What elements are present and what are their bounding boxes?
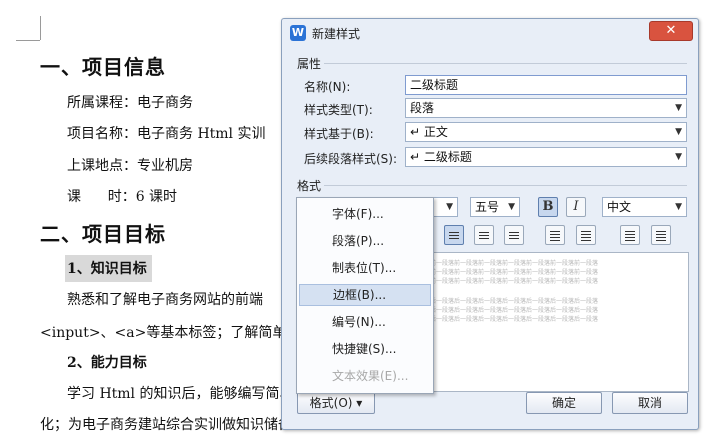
next-style-value: ↵ 二级标题 [410, 150, 472, 164]
subheading-knowledge-goal: 1、知识目标 [65, 255, 152, 282]
bold-button[interactable]: B [538, 197, 558, 217]
line-spacing-increase-icon[interactable] [545, 225, 565, 245]
menu-item-border[interactable]: 边框(B)... [299, 284, 431, 306]
subheading-ability-goal: 2、能力目标 [67, 355, 147, 371]
next-style-select[interactable]: ↵ 二级标题 ▼ [405, 147, 687, 167]
chevron-down-icon: ▼ [675, 127, 682, 137]
preview-text: 前一段落前一段落前一段落前一段落前一段落前一段落前一段落 [430, 260, 599, 267]
page-corner-mark [16, 40, 40, 41]
font-size-value: 五号 [475, 200, 500, 214]
indent-decrease-icon[interactable] [620, 225, 640, 245]
chevron-down-icon: ▼ [446, 202, 453, 212]
ok-button[interactable]: 确定 [526, 392, 602, 414]
body-text: <input>、<a>等基本标签；了解简单的 [40, 325, 301, 341]
info-line: 项目名称：电子商务 Html 实训 [67, 126, 266, 142]
preview-text: 后一段落后一段落后一段落后一段落后一段落后一段落后一段落 [430, 316, 599, 323]
based-on-select[interactable]: ↵ 正文 ▼ [405, 122, 687, 142]
info-line: 课 时：6 课时 [67, 189, 178, 205]
dialog-title: 新建样式 [312, 27, 361, 41]
section-format: 格式 [297, 179, 322, 193]
info-line: 上课地点：专业机房 [67, 158, 193, 174]
chevron-down-icon: ▼ [675, 202, 682, 212]
name-label: 名称(N): [304, 80, 351, 94]
divider [324, 185, 687, 186]
dialog-titlebar[interactable]: W 新建样式 ✕ [282, 19, 698, 47]
body-text: 熟悉和了解电子商务网站的前端 [67, 292, 263, 308]
chevron-down-icon: ▼ [675, 152, 682, 162]
menu-item-shortcut[interactable]: 快捷键(S)... [297, 338, 433, 360]
body-text: 化；为电子商务建站综合实训做知识储备 [40, 417, 292, 433]
wps-app-icon: W [290, 25, 306, 41]
format-dropdown-button[interactable]: 格式(O) ▾ [297, 392, 375, 414]
align-center-icon[interactable] [474, 225, 494, 245]
style-type-value: 段落 [410, 101, 435, 115]
cancel-button[interactable]: 取消 [612, 392, 688, 414]
body-text: 学习 Html 的知识后，能够编写简单 [67, 386, 294, 402]
based-on-value: ↵ 正文 [410, 125, 448, 139]
indent-increase-icon[interactable] [651, 225, 671, 245]
language-value: 中文 [607, 200, 632, 214]
divider [324, 63, 687, 64]
close-button[interactable]: ✕ [649, 21, 693, 41]
name-input[interactable]: 二级标题 [405, 75, 687, 95]
style-type-select[interactable]: 段落 ▼ [405, 98, 687, 118]
align-left-icon[interactable] [444, 225, 464, 245]
section-properties: 属性 [297, 57, 322, 71]
align-right-icon[interactable] [504, 225, 524, 245]
language-select[interactable]: 中文 ▼ [602, 197, 687, 217]
preview-text: 前一段落前一段落前一段落前一段落前一段落前一段落前一段落 [430, 269, 599, 276]
chevron-down-icon: ▼ [675, 103, 682, 113]
menu-item-numbering[interactable]: 编号(N)... [297, 311, 433, 333]
preview-text: 后一段落后一段落后一段落后一段落后一段落后一段落后一段落 [430, 298, 599, 305]
based-on-label: 样式基于(B): [304, 127, 374, 141]
close-icon: ✕ [665, 23, 677, 38]
page-corner-mark [40, 16, 41, 40]
next-style-label: 后续段落样式(S): [304, 152, 398, 166]
chevron-down-icon: ▼ [508, 202, 515, 212]
name-value: 二级标题 [410, 78, 459, 92]
menu-item-font[interactable]: 字体(F)... [297, 203, 433, 225]
preview-text: 前一段落前一段落前一段落前一段落前一段落前一段落前一段落 [430, 278, 599, 285]
italic-button[interactable]: I [566, 197, 586, 217]
heading-project-info: 一、项目信息 [40, 55, 166, 79]
menu-item-tabs[interactable]: 制表位(T)... [297, 257, 433, 279]
menu-item-text-effects: 文本效果(E)... [332, 369, 409, 383]
info-line: 所属课程：电子商务 [67, 95, 193, 111]
style-type-label: 样式类型(T): [304, 103, 373, 117]
preview-text: 后一段落后一段落后一段落后一段落后一段落后一段落后一段落 [430, 307, 599, 314]
heading-project-goals: 二、项目目标 [40, 222, 166, 246]
font-size-select[interactable]: 五号 ▼ [470, 197, 520, 217]
line-spacing-decrease-icon[interactable] [576, 225, 596, 245]
format-menu: 字体(F)... 段落(P)... 制表位(T)... 边框(B)... 编号(… [296, 197, 434, 394]
menu-item-paragraph[interactable]: 段落(P)... [297, 230, 433, 252]
